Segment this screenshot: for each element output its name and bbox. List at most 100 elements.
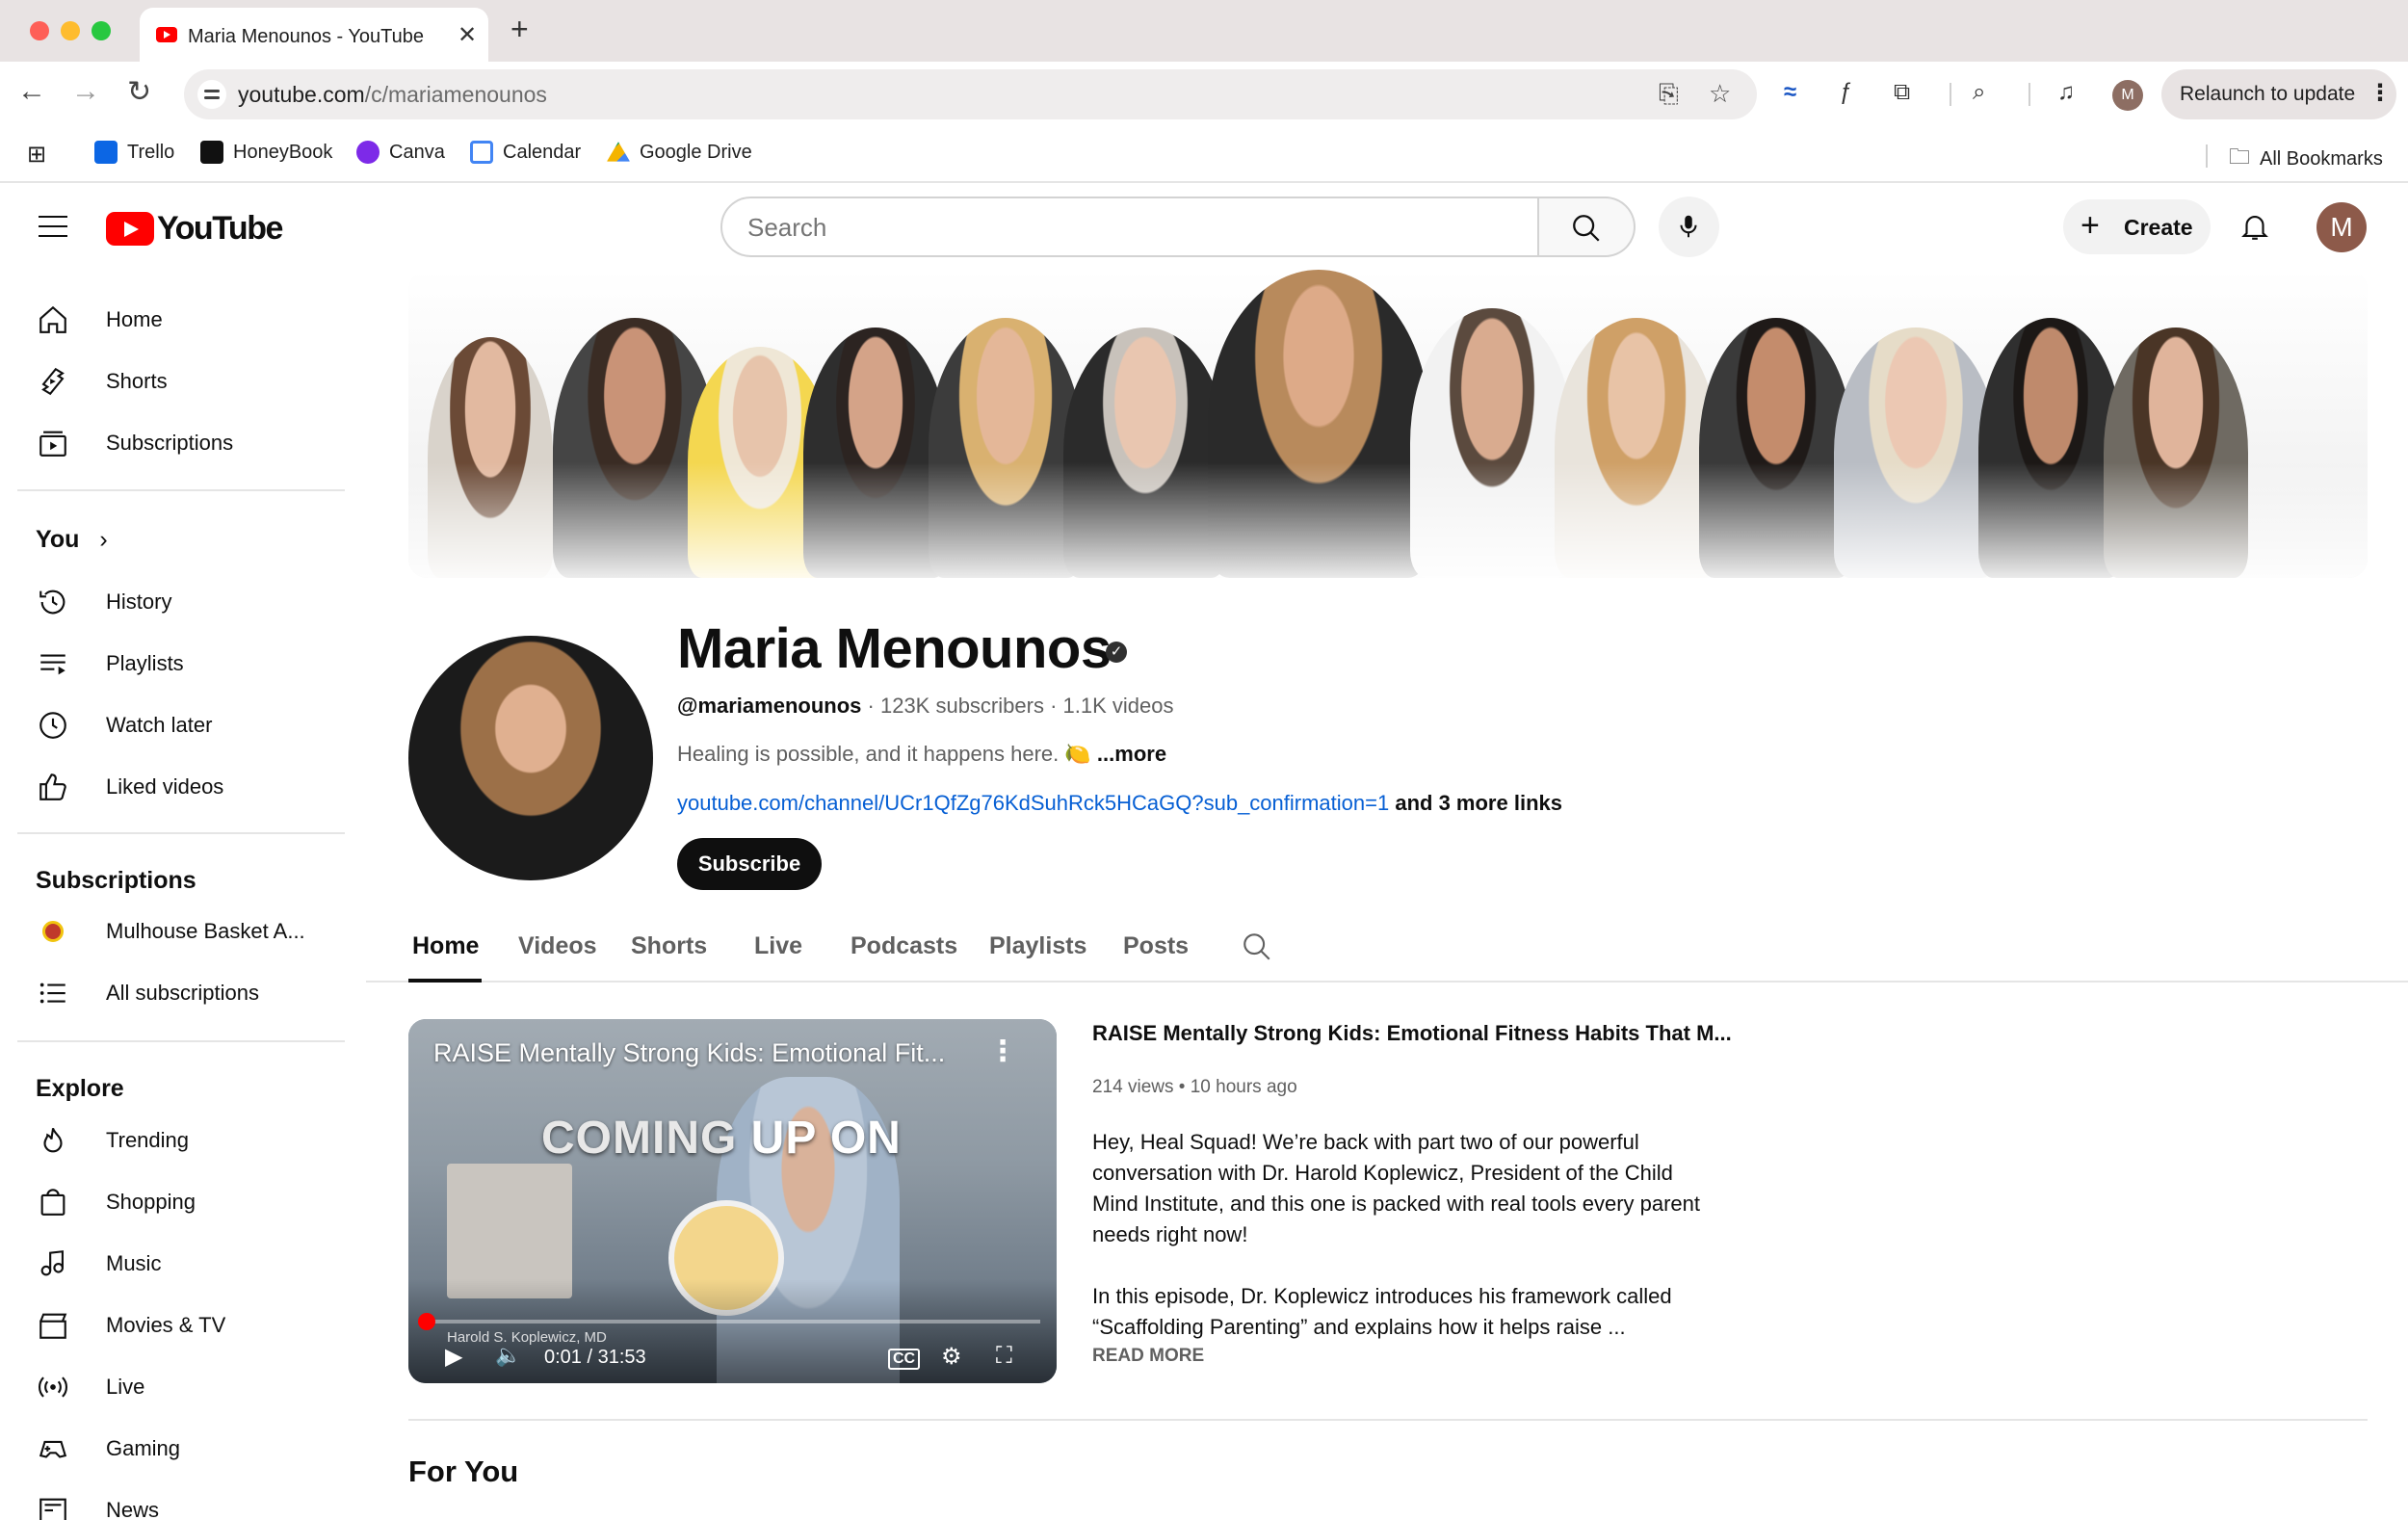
new-tab-button[interactable]: + bbox=[510, 12, 529, 47]
forward-icon[interactable]: → bbox=[71, 75, 100, 108]
relaunch-label: Relaunch to update bbox=[2180, 83, 2356, 105]
clapperboard-icon bbox=[37, 1309, 69, 1342]
tab-title: Maria Menounos - YouTube bbox=[188, 26, 424, 47]
channel-search-icon[interactable] bbox=[1241, 930, 1273, 963]
sidebar-item-shorts[interactable]: Shorts bbox=[17, 353, 345, 410]
sidebar-item-liked-videos[interactable]: Liked videos bbox=[17, 758, 345, 816]
history-icon bbox=[37, 586, 69, 618]
bookmark-canva[interactable]: Canva bbox=[356, 141, 445, 164]
create-button[interactable]: + Create bbox=[2063, 199, 2211, 254]
tab-home[interactable]: Home bbox=[412, 932, 479, 960]
chevron-right-icon: › bbox=[99, 526, 108, 553]
honeybook-icon bbox=[200, 141, 223, 164]
bookmark-calendar[interactable]: Calendar bbox=[470, 141, 581, 164]
description-more-link[interactable]: ...more bbox=[1097, 742, 1166, 766]
install-app-icon[interactable]: ⎘ bbox=[1659, 79, 1679, 110]
notifications-bell-icon[interactable] bbox=[2238, 210, 2271, 243]
tab-close-icon[interactable]: ✕ bbox=[458, 21, 477, 49]
sidebar-item-subscriptions[interactable]: Subscriptions bbox=[17, 414, 345, 472]
sidebar-you-heading[interactable]: You › bbox=[36, 526, 108, 554]
featured-video-player[interactable]: RAISE Mentally Strong Kids: Emotional Fi… bbox=[408, 1019, 1057, 1383]
more-links-button[interactable]: and 3 more links bbox=[1395, 791, 1562, 815]
apps-grid-icon[interactable]: ⊞ bbox=[27, 141, 46, 169]
read-more-link[interactable]: READ MORE bbox=[1092, 1346, 1204, 1367]
sidebar-item-movies-tv[interactable]: Movies & TV bbox=[17, 1297, 345, 1354]
tab-live[interactable]: Live bbox=[754, 932, 802, 960]
player-more-icon[interactable]: ⋮ bbox=[988, 1035, 1017, 1068]
bookmark-star-icon[interactable]: ☆ bbox=[1709, 79, 1731, 109]
back-icon[interactable]: ← bbox=[17, 75, 46, 108]
youtube-header: YouTube + Create M bbox=[0, 183, 2408, 270]
account-avatar[interactable]: M bbox=[2316, 202, 2367, 252]
active-tab-indicator bbox=[408, 979, 482, 983]
channel-meta: @mariamenounos · 123K subscribers · 1.1K… bbox=[677, 694, 1174, 718]
search-button[interactable] bbox=[1539, 197, 1636, 257]
volume-icon[interactable]: 🔈 bbox=[495, 1343, 521, 1368]
all-bookmarks-button[interactable]: 🗀 All Bookmarks bbox=[2229, 141, 2383, 177]
bookmark-honeybook[interactable]: HoneyBook bbox=[200, 141, 332, 164]
sidebar: Home Shorts Subscriptions You › History … bbox=[0, 270, 366, 1520]
chrome-menu-icon[interactable]: ⋮ bbox=[2369, 79, 2392, 107]
player-time: 0:01 / 31:53 bbox=[544, 1347, 646, 1368]
sidebar-item-watch-later[interactable]: Watch later bbox=[17, 696, 345, 754]
sidebar-item-shopping[interactable]: Shopping bbox=[17, 1173, 345, 1231]
sidebar-item-gaming[interactable]: Gaming bbox=[17, 1420, 345, 1478]
bookmarks-divider bbox=[2206, 144, 2208, 168]
channel-description[interactable]: Healing is possible, and it happens here… bbox=[677, 742, 1166, 767]
hamburger-menu-icon[interactable] bbox=[39, 216, 67, 245]
site-settings-icon[interactable] bbox=[197, 80, 226, 109]
sidebar-item-playlists[interactable]: Playlists bbox=[17, 635, 345, 693]
extension-icon-1[interactable]: ≈ bbox=[1784, 79, 1796, 106]
play-icon[interactable]: ▶ bbox=[445, 1343, 462, 1371]
captions-icon[interactable]: CC bbox=[888, 1349, 921, 1370]
extensions-puzzle-icon[interactable]: ⧉ bbox=[1894, 79, 1910, 106]
trending-icon bbox=[37, 1124, 69, 1157]
verified-badge-icon: ✓ bbox=[1106, 642, 1127, 663]
sidebar-item-home[interactable]: Home bbox=[17, 291, 345, 349]
upload-age: 10 hours ago bbox=[1190, 1077, 1297, 1097]
reload-icon[interactable]: ↻ bbox=[127, 75, 151, 109]
lemon-emoji-icon: 🍋 bbox=[1064, 742, 1091, 766]
sidebar-item-channel-mulhouse[interactable]: Mulhouse Basket A... bbox=[17, 903, 345, 960]
progress-bar[interactable] bbox=[424, 1320, 1040, 1323]
search-input[interactable] bbox=[747, 213, 1499, 243]
channel-avatar-image[interactable] bbox=[408, 636, 653, 880]
section-divider bbox=[408, 1419, 2368, 1421]
sidebar-item-history[interactable]: History bbox=[17, 573, 345, 631]
settings-gear-icon[interactable]: ⚙ bbox=[941, 1343, 962, 1371]
voice-search-button[interactable] bbox=[1659, 197, 1719, 257]
bookmark-trello[interactable]: Trello bbox=[94, 141, 174, 164]
progress-scrubber[interactable] bbox=[418, 1313, 435, 1330]
sidebar-item-news[interactable]: News bbox=[17, 1481, 345, 1520]
address-bar[interactable]: youtube.com/c/mariamenounos ⎘ ☆ bbox=[184, 69, 1757, 119]
tab-search-icon[interactable]: ⌕ bbox=[1973, 79, 1985, 106]
youtube-logo[interactable]: YouTube bbox=[106, 210, 283, 248]
channel-link[interactable]: youtube.com/channel/UCr1QfZg76KdSuhRck5H… bbox=[677, 791, 1389, 815]
subscribe-button[interactable]: Subscribe bbox=[677, 838, 822, 890]
tab-posts[interactable]: Posts bbox=[1123, 932, 1189, 960]
tab-videos[interactable]: Videos bbox=[518, 932, 597, 960]
media-control-icon[interactable]: ♫ bbox=[2057, 79, 2075, 106]
window-close-button[interactable] bbox=[30, 21, 49, 40]
window-zoom-button[interactable] bbox=[92, 21, 111, 40]
sidebar-item-all-subscriptions[interactable]: All subscriptions bbox=[17, 964, 345, 1022]
sidebar-divider bbox=[17, 1040, 345, 1042]
relaunch-update-button[interactable]: Relaunch to update ⋮ bbox=[2161, 69, 2396, 119]
browser-tab-active[interactable]: Maria Menounos - YouTube ✕ bbox=[140, 8, 488, 62]
sidebar-item-trending[interactable]: Trending bbox=[17, 1112, 345, 1169]
sidebar-item-live[interactable]: Live bbox=[17, 1358, 345, 1416]
address-bar-url[interactable]: youtube.com/c/mariamenounos bbox=[238, 82, 547, 108]
bookmark-google-drive[interactable]: Google Drive bbox=[607, 141, 752, 164]
window-minimize-button[interactable] bbox=[61, 21, 80, 40]
sidebar-item-music[interactable]: Music bbox=[17, 1235, 345, 1293]
extension-fx-icon[interactable]: ƒ bbox=[1840, 79, 1852, 106]
chrome-profile-avatar[interactable]: M bbox=[2112, 80, 2143, 111]
plus-icon: + bbox=[2081, 207, 2100, 244]
featured-video-title[interactable]: RAISE Mentally Strong Kids: Emotional Fi… bbox=[1092, 1021, 1732, 1046]
for-you-heading: For You bbox=[408, 1454, 519, 1488]
trello-icon bbox=[94, 141, 118, 164]
tab-playlists[interactable]: Playlists bbox=[989, 932, 1086, 960]
tab-podcasts[interactable]: Podcasts bbox=[851, 932, 957, 960]
fullscreen-icon[interactable]: ⛶ bbox=[996, 1343, 1012, 1370]
tab-shorts[interactable]: Shorts bbox=[631, 932, 707, 960]
